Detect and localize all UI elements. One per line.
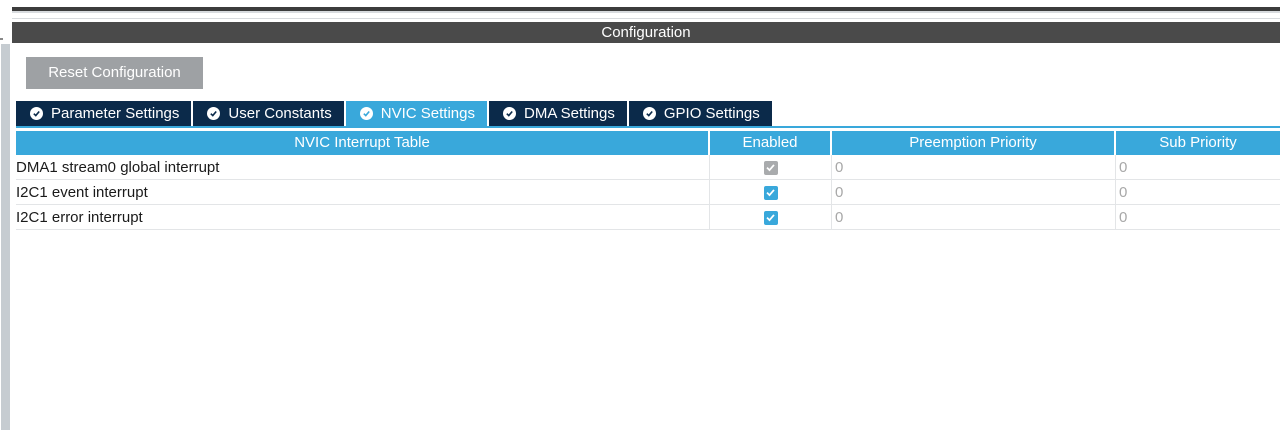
preemption-priority-cell[interactable]: 0 [832,205,1116,230]
sub-priority-cell[interactable]: 0 [1116,180,1280,205]
enabled-cell [710,155,832,180]
column-header-enabled[interactable]: Enabled [710,131,832,155]
left-tick-mark [0,38,3,40]
enabled-cell [710,205,832,230]
tab-label: Parameter Settings [51,105,180,122]
table-row[interactable]: I2C1 event interrupt 0 0 [16,180,1280,205]
tab-underline [16,126,1280,128]
check-circle-icon [30,107,43,120]
table-header-row: NVIC Interrupt Table Enabled Preemption … [16,131,1280,155]
enabled-cell [710,180,832,205]
preemption-priority-cell[interactable]: 0 [832,155,1116,180]
check-circle-icon [207,107,221,120]
tab-dma-settings[interactable]: DMA Settings [489,101,629,126]
panel-title: Configuration [12,22,1280,43]
tab-user-constants[interactable]: User Constants [193,101,346,126]
top-gap-inner [12,13,1280,18]
interrupt-name: I2C1 error interrupt [16,205,710,230]
tab-bar: Parameter Settings User Constants NVIC S… [16,101,774,126]
check-circle-icon [642,107,656,120]
sub-priority-cell[interactable]: 0 [1116,205,1280,230]
column-header-preemption-priority[interactable]: Preemption Priority [832,131,1116,155]
interrupt-name: DMA1 stream0 global interrupt [16,155,710,180]
column-header-interrupt[interactable]: NVIC Interrupt Table [16,131,710,155]
preemption-priority-cell[interactable]: 0 [832,180,1116,205]
check-circle-icon [359,107,373,120]
left-scrollbar[interactable] [1,44,10,430]
sub-priority-cell[interactable]: 0 [1116,155,1280,180]
configuration-panel: Configuration Reset Configuration Parame… [0,0,1280,430]
tab-label: DMA Settings [524,105,615,122]
enabled-checkbox[interactable] [763,185,778,200]
column-header-sub-priority[interactable]: Sub Priority [1116,131,1280,155]
enabled-checkbox [763,160,778,175]
table-row[interactable]: DMA1 stream0 global interrupt 0 0 [16,155,1280,180]
enabled-checkbox[interactable] [763,210,778,225]
interrupt-name: I2C1 event interrupt [16,180,710,205]
checkmark-icon [766,214,775,222]
tab-label: GPIO Settings [663,105,760,122]
tab-nvic-settings[interactable]: NVIC Settings [345,101,489,126]
table-row[interactable]: I2C1 error interrupt 0 0 [16,205,1280,230]
checkmark-icon [766,164,775,172]
top-strip [0,0,1280,7]
reset-configuration-button[interactable]: Reset Configuration [26,57,203,89]
checkmark-icon [766,189,775,197]
nvic-interrupt-table: NVIC Interrupt Table Enabled Preemption … [16,131,1280,230]
check-circle-icon [503,107,516,120]
tab-gpio-settings[interactable]: GPIO Settings [628,101,774,126]
tab-parameter-settings[interactable]: Parameter Settings [16,101,194,126]
tab-label: User Constants [228,105,332,122]
tab-label: NVIC Settings [380,105,475,122]
